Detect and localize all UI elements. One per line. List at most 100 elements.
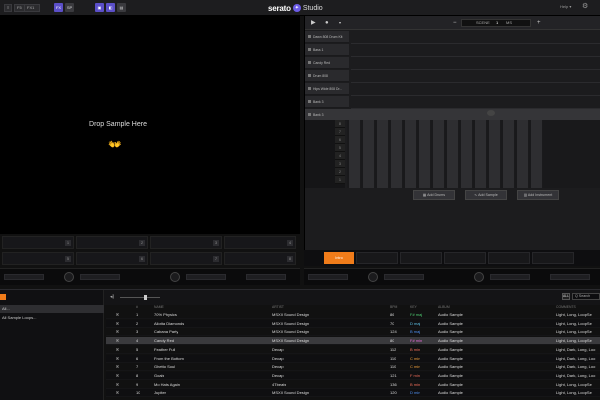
- track-menu-icon[interactable]: [487, 110, 495, 116]
- track-name: Cabana Party: [154, 329, 179, 335]
- zoom-slider-handle[interactable]: [144, 295, 147, 300]
- studio-icon[interactable]: ◧: [106, 3, 115, 12]
- control-field[interactable]: [308, 274, 348, 280]
- control-field[interactable]: [384, 274, 424, 280]
- volume-icon[interactable]: ◂): [110, 294, 114, 300]
- scene-slot[interactable]: [444, 252, 486, 264]
- control-field[interactable]: [186, 274, 226, 280]
- track-item[interactable]: Hips Wide 808 Dr...: [305, 83, 349, 95]
- all-filter-button[interactable]: ALL: [562, 293, 570, 300]
- column-header[interactable]: ALBUM: [438, 303, 450, 311]
- library-item-all[interactable]: All...: [0, 305, 104, 313]
- track-artist: MSXII Sound Design: [272, 329, 310, 335]
- control-field[interactable]: [490, 274, 530, 280]
- sample-pad[interactable]: 2: [76, 236, 148, 249]
- fx-button[interactable]: FX: [54, 3, 63, 12]
- knob[interactable]: [170, 272, 180, 282]
- studio-control-row: [304, 268, 600, 285]
- column-header[interactable]: KEY: [410, 303, 417, 311]
- lock-icon[interactable]: ▣: [95, 3, 104, 12]
- pad-number: 6: [139, 256, 145, 262]
- sample-drop-area[interactable]: Drop Sample Here 👐: [0, 16, 300, 234]
- gear-icon[interactable]: ⚙: [582, 3, 588, 11]
- piano-key[interactable]: 7: [335, 128, 345, 136]
- sample-pad[interactable]: 1: [2, 236, 74, 249]
- settings-toggle-icon[interactable]: ▤: [117, 3, 126, 12]
- track-bpm: 124: [390, 329, 397, 335]
- table-row[interactable]: ⩙ 2 Aliotta Diamonds MSXII Sound Design 70 D …: [106, 319, 600, 328]
- zoom-slider[interactable]: [120, 297, 160, 298]
- table-row[interactable]: ⩙ 1 70% Physics MSXII Sound Design 86 F# maj A…: [106, 311, 600, 319]
- knob[interactable]: [474, 272, 484, 282]
- track-artist: MSXII Sound Design: [272, 312, 310, 317]
- library-item-sample-loops[interactable]: All Sample Loops...: [0, 314, 104, 322]
- scene-intro-button[interactable]: Intro: [324, 252, 354, 264]
- track-comments: Light, Long, LoopSe: [556, 390, 592, 396]
- play-icon[interactable]: ▶: [311, 18, 316, 28]
- table-row[interactable]: ⩙ 4 Candy Red MSXII Sound Design 80 F# min Aud…: [106, 337, 600, 346]
- row-number: 9: [136, 381, 139, 387]
- piano-key[interactable]: 8: [335, 120, 345, 128]
- sp-button[interactable]: SP: [65, 3, 74, 12]
- piano-key[interactable]: 4: [335, 152, 345, 160]
- pattern-grid[interactable]: [347, 120, 600, 188]
- control-field[interactable]: [80, 274, 120, 280]
- hands-icon: 👐: [108, 139, 122, 151]
- sample-pad[interactable]: 4: [224, 236, 296, 249]
- sample-pad[interactable]: 6: [76, 252, 148, 265]
- sample-pad[interactable]: 3: [150, 236, 222, 249]
- control-field[interactable]: [550, 274, 590, 280]
- menu-icon[interactable]: ≡: [4, 4, 12, 12]
- track-album: Audio Sample: [438, 320, 463, 326]
- table-row[interactable]: ⩙ 8 Goals Decap 121 F min Audio Sample Light, D…: [106, 371, 600, 380]
- column-header[interactable]: #: [136, 303, 138, 311]
- track-item[interactable]: Drum 808: [305, 70, 349, 82]
- waveform-icon: ⩙: [116, 364, 119, 371]
- scene-slot[interactable]: [356, 252, 398, 264]
- track-item[interactable]: Candy Red: [305, 57, 349, 69]
- add-instrument-button[interactable]: ▥ Add Instrument: [517, 190, 559, 200]
- piano-key[interactable]: 5: [335, 144, 345, 152]
- piano-key[interactable]: 3: [335, 160, 345, 168]
- add-drums-button[interactable]: ▦ Add Drums: [413, 190, 455, 200]
- table-row[interactable]: ⩙ 5 Feather Full Decap 112 B min Audio Sample L…: [106, 346, 600, 354]
- track-item[interactable]: Dawn 808 Drum Kit: [305, 31, 349, 43]
- scene-slot[interactable]: [532, 252, 574, 264]
- table-row[interactable]: ⩙ 3 Cabana Party MSXII Sound Design 124 B maj…: [106, 328, 600, 337]
- column-header[interactable]: BPM: [390, 303, 397, 311]
- table-row[interactable]: ⩙ 9 Mo Hats Again 4Tbeats 136 B min Audio Samp…: [106, 381, 600, 389]
- zoom-in-icon[interactable]: +: [537, 18, 541, 28]
- sample-pad[interactable]: 7: [150, 252, 222, 265]
- search-input[interactable]: Q Search: [572, 293, 600, 300]
- track-name: Goals: [154, 372, 165, 378]
- track-item[interactable]: Bass 1: [305, 44, 349, 56]
- scene-slot[interactable]: [400, 252, 442, 264]
- zoom-out-icon[interactable]: −: [453, 18, 457, 28]
- table-row[interactable]: ⩙ 10 Jupiter MSXII Sound Design 120 D min Audi…: [106, 389, 600, 398]
- piano-key[interactable]: 2: [335, 168, 345, 176]
- mode-select[interactable]: FX1: [24, 4, 40, 12]
- add-sample-button[interactable]: ∿ Add Sample: [465, 190, 507, 200]
- piano-key[interactable]: 6: [335, 136, 345, 144]
- piano-key[interactable]: 1: [335, 176, 345, 184]
- track-item[interactable]: Bank 3: [305, 96, 349, 108]
- chevron-down-icon[interactable]: ▾: [339, 18, 341, 28]
- sample-pad[interactable]: 8: [224, 252, 296, 265]
- scene-length-field[interactable]: SCENE 1 MS: [461, 19, 531, 27]
- help-menu[interactable]: Help ▾: [560, 4, 571, 9]
- track-artist: Decap: [272, 355, 284, 361]
- control-field[interactable]: [4, 274, 44, 280]
- scene-label: SCENE: [476, 20, 490, 25]
- column-header[interactable]: ARTIST: [272, 303, 284, 311]
- table-row[interactable]: ⩙ 6 From the Bottom Decap 110 C min Audio Samp…: [106, 354, 600, 363]
- control-field[interactable]: [246, 274, 286, 280]
- knob[interactable]: [368, 272, 378, 282]
- column-header[interactable]: COMMENTS: [556, 303, 576, 311]
- sample-pad[interactable]: 5: [2, 252, 74, 265]
- table-row[interactable]: ⩙ 7 Ghetto Soul Decap 110 C min Audio Sample Li…: [106, 363, 600, 372]
- scene-slot[interactable]: [488, 252, 530, 264]
- record-icon[interactable]: ●: [325, 18, 329, 28]
- arrangement-grid[interactable]: [351, 31, 600, 121]
- column-header[interactable]: NAME: [154, 303, 164, 311]
- knob[interactable]: [64, 272, 74, 282]
